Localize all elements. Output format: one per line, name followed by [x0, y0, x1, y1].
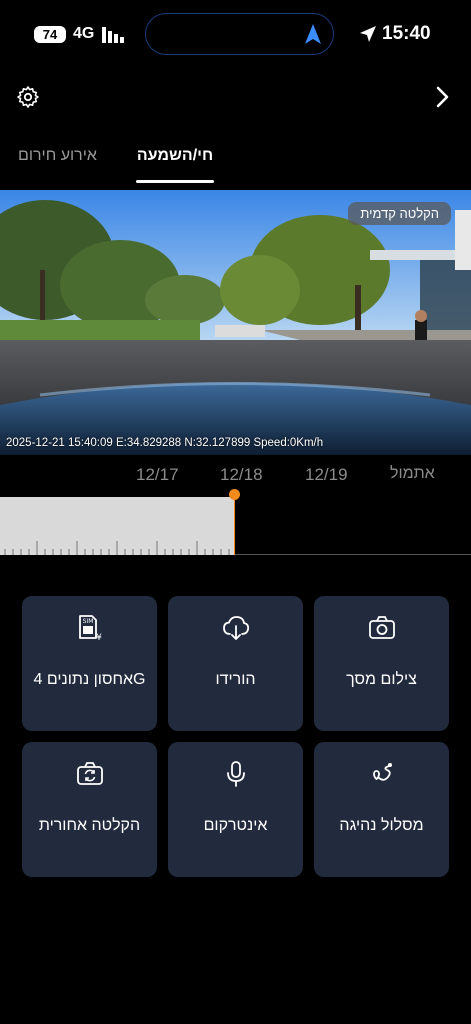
- timeline-ticks: [4, 541, 230, 555]
- microphone-icon: [226, 761, 245, 787]
- date-axis: 12/17 12/18 12/19 אתמול: [0, 465, 471, 489]
- location-arrow-icon: [360, 26, 376, 42]
- front-recording-badge[interactable]: הקלטה קדמית: [348, 202, 451, 225]
- tab-live-playback[interactable]: חי/השמעה: [136, 147, 214, 165]
- video-telemetry-overlay: 2025-12-21 15:40:09 E:34.829288 N:32.127…: [6, 437, 324, 449]
- recording-timeline[interactable]: [0, 489, 471, 555]
- tile-label: צילום מסך: [346, 671, 417, 688]
- date-label[interactable]: 12/18: [220, 465, 263, 485]
- screenshot-button[interactable]: צילום מסך: [314, 596, 449, 731]
- tile-label: אינטרקום: [203, 817, 268, 834]
- sim-card-icon: SIM ¥: [78, 615, 102, 642]
- battery-indicator: 74: [34, 26, 66, 43]
- tile-label: מסלול נהיגה: [339, 817, 424, 834]
- svg-text:SIM: SIM: [82, 618, 93, 625]
- rear-recording-button[interactable]: הקלטה אחורית: [22, 742, 157, 877]
- status-bar: 74 4G 15:40: [0, 0, 471, 70]
- intercom-button[interactable]: אינטרקום: [168, 742, 303, 877]
- gear-icon[interactable]: [16, 85, 40, 109]
- date-label[interactable]: 12/17: [136, 465, 179, 485]
- playhead[interactable]: [234, 493, 235, 555]
- route-icon: [372, 763, 392, 781]
- camera-switch-icon: [76, 762, 103, 785]
- tile-label: אחסון נתונים 4G: [33, 671, 146, 688]
- camera-video-feed[interactable]: הקלטה קדמית 2025-12-21 15:40:09 E:34.829…: [0, 190, 471, 455]
- playhead-handle[interactable]: [229, 489, 240, 500]
- 4g-data-storage-button[interactable]: SIM ¥ אחסון נתונים 4G: [22, 596, 157, 731]
- date-label[interactable]: 12/19: [305, 465, 348, 485]
- recorded-segment: [0, 497, 235, 555]
- cloud-download-icon: [222, 616, 249, 640]
- active-tab-indicator: [136, 180, 214, 183]
- download-button[interactable]: הורידו: [168, 596, 303, 731]
- svg-text:¥: ¥: [96, 633, 102, 642]
- tile-label: הורידו: [215, 671, 256, 688]
- chevron-right-icon[interactable]: [433, 85, 451, 109]
- tile-label: הקלטה אחורית: [38, 817, 141, 834]
- dynamic-island[interactable]: [145, 13, 334, 55]
- dashcam-scene: [0, 190, 471, 455]
- timeline-baseline: [235, 554, 471, 555]
- network-label: 4G: [73, 25, 95, 42]
- time-label: 15:40: [382, 23, 431, 44]
- clock: 15:40: [360, 23, 431, 45]
- camera-icon: [368, 616, 395, 639]
- driving-route-button[interactable]: מסלול נהיגה: [314, 742, 449, 877]
- navigation-arrow-icon: [305, 24, 321, 44]
- signal-icon: [102, 27, 124, 43]
- tab-emergency-event[interactable]: אירוע חירום: [18, 147, 97, 165]
- date-label-yesterday[interactable]: אתמול: [390, 465, 435, 483]
